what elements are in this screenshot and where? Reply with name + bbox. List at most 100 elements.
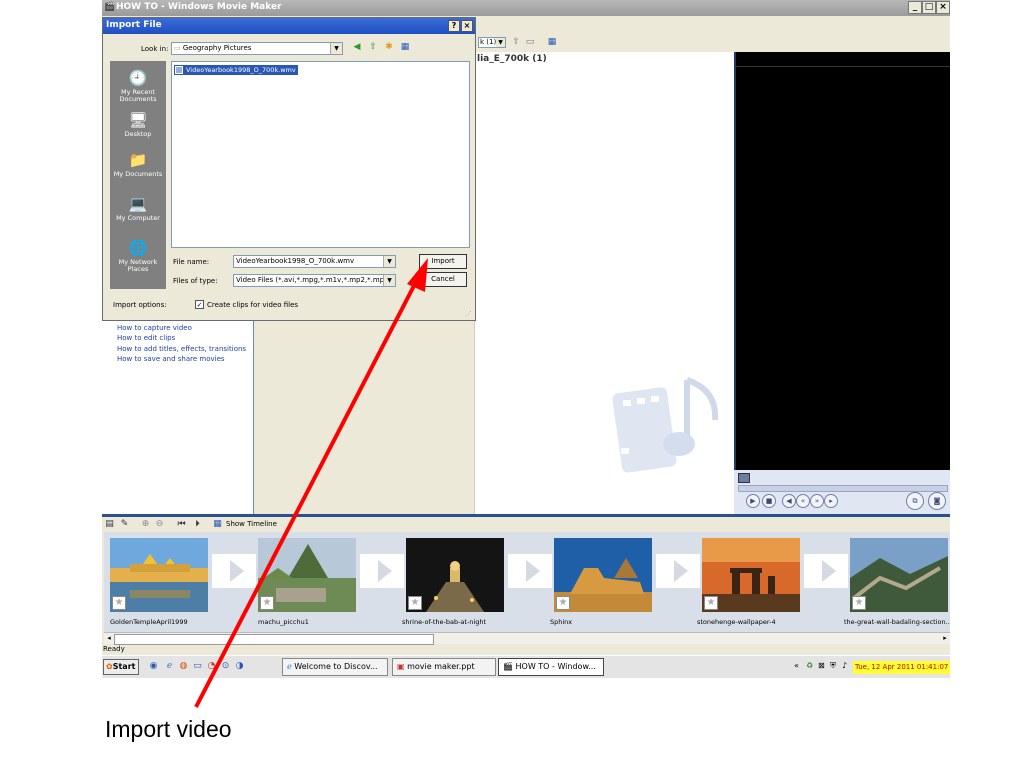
dialog-title: Import File [106,20,162,30]
close-button[interactable]: × [936,1,950,14]
transition-slot[interactable] [804,554,848,588]
taskbar-clock[interactable]: Tue, 12 Apr 2011 01:41:07 [853,661,950,674]
my-computer-icon: 💻 [128,195,148,213]
taskbar-button-welcome[interactable]: ℯ Welcome to Discov... [282,658,388,676]
window-icon[interactable]: ▭ [192,661,203,672]
help-button[interactable]: ? [448,20,460,32]
firefox-icon[interactable]: ◍ [178,661,189,672]
forward-icon[interactable]: » [810,494,824,508]
chevron-down-icon: ▼ [330,43,342,54]
stop-icon[interactable]: ■ [762,494,776,508]
media-player-icon[interactable]: ⊙ [220,661,231,672]
status-bar: Ready [103,645,125,653]
zoom-in-icon[interactable]: ⊕ [140,519,151,530]
import-file-dialog: Import File ? × Look in: ▭ Geography Pic… [102,17,476,321]
tray-network-icon[interactable]: ⊠ [818,661,825,670]
internet-explorer-icon[interactable]: ℯ [164,661,175,672]
minimize-button[interactable]: _ [908,1,922,14]
show-desktop-icon[interactable]: ◉ [148,661,159,672]
storyboard-icon[interactable]: ▤ [104,519,115,530]
scroll-left-icon[interactable]: ◂ [104,633,114,644]
system-tray: « ♻ ⊠ ⛨ ♪ Tue, 12 Apr 2011 01:41:07 [790,660,950,675]
look-in-dropdown[interactable]: ▭ Geography Pictures ▼ [171,42,343,55]
network-places-icon: 🌐 [128,239,148,257]
file-list-item[interactable]: VideoYearbook1998_O_700k.wmv [174,65,298,75]
next-frame-icon[interactable]: ▸ [824,494,838,508]
storyboard-clip-machu-picchu[interactable]: ★ [258,538,356,612]
taskbar-button-movie-maker[interactable]: 🎬 HOW TO - Window... [498,658,604,676]
seek-bar[interactable] [738,485,948,492]
dialog-close-button[interactable]: × [461,20,473,32]
show-timeline-button[interactable]: Show Timeline [226,520,277,528]
up-one-level-icon[interactable]: ⇧ [367,41,379,53]
arrow-right-icon [822,560,836,582]
place-my-documents[interactable]: 📁 My Documents [110,151,166,178]
play-storyboard-icon[interactable]: ⏵ [192,519,203,530]
storyboard-clip-shrine[interactable]: ★ [406,538,504,612]
view-menu-icon[interactable]: ▦ [399,41,411,53]
storyboard-clip-golden-temple[interactable]: ★ [110,538,208,612]
rewind-storyboard-icon[interactable]: ⏮ [176,519,187,530]
storyboard-clip-great-wall[interactable]: ★ [850,538,948,612]
start-button[interactable]: ✿Start [103,659,139,675]
chevron-down-icon: ▼ [383,275,395,286]
transition-slot[interactable] [508,554,552,588]
star-icon: ★ [260,596,274,610]
transition-slot[interactable] [212,554,256,588]
annotation-caption: Import video [105,716,232,742]
import-button[interactable]: Import [419,254,467,269]
place-my-network-places[interactable]: 🌐 My Network Places [110,239,166,273]
files-of-type-dropdown[interactable]: Video Files (*.avi,*.mpg,*.m1v,*.mp2,*.m… [233,274,396,287]
tray-expand-icon[interactable]: « [794,661,799,670]
snapshot-icon[interactable]: ◙ [928,492,946,510]
create-clips-checkbox[interactable]: ✓ [195,300,204,309]
scrollbar-thumb[interactable] [114,634,434,645]
timeline-icon[interactable]: ▦ [212,519,223,530]
transition-slot[interactable] [360,554,404,588]
task-link-capture[interactable]: How to capture video [117,324,192,332]
collection-combo[interactable]: k (1) ▼ [478,37,506,48]
new-folder-icon[interactable]: ▭ [524,37,536,48]
rewind-icon[interactable]: « [796,494,810,508]
storyboard-scrollbar[interactable]: ◂ ▸ [104,632,950,645]
split-clip-icon[interactable]: ⧉ [906,492,924,510]
play-icon[interactable]: ▶ [746,494,760,508]
desktop-icon: 🖥 [128,111,148,129]
back-icon[interactable]: ◀ [351,41,363,53]
tray-app-icon[interactable]: ♻ [806,661,813,670]
previous-frame-icon[interactable]: ◀ [782,494,796,508]
star-icon: ★ [112,596,126,610]
media-icon[interactable]: ◔ [206,661,217,672]
file-name-field[interactable]: VideoYearbook1998_O_700k.wmv ▼ [233,255,396,268]
maximize-button[interactable]: □ [922,1,936,14]
taskbar-button-ppt[interactable]: ▣ movie maker.ppt [392,658,496,676]
movie-tasks-pane: How to capture video How to edit clips H… [102,318,254,514]
scroll-right-icon[interactable]: ▸ [940,633,950,644]
video-file-icon [175,66,183,74]
task-link-titles[interactable]: How to add titles, effects, transitions [117,345,246,353]
views-icon[interactable]: ▦ [546,37,558,48]
place-my-computer[interactable]: 💻 My Computer [110,195,166,222]
tray-volume-icon[interactable]: ♪ [842,661,847,670]
clip-label: machu_picchu1 [258,618,309,626]
messenger-icon[interactable]: ◑ [234,661,245,672]
resize-grip-icon[interactable]: ⋰ [465,310,473,318]
transition-slot[interactable] [656,554,700,588]
zoom-out-icon[interactable]: ⊖ [154,519,165,530]
task-link-edit[interactable]: How to edit clips [117,334,175,342]
cancel-button[interactable]: Cancel [419,272,467,287]
monitor-mini-icon [738,473,750,483]
tray-shield-icon[interactable]: ⛨ [830,661,836,671]
clip-label: Sphinx [550,618,573,626]
task-link-save[interactable]: How to save and share movies [117,355,225,363]
new-folder-icon[interactable]: ✱ [383,41,395,53]
place-my-recent-documents[interactable]: 🕘 My Recent Documents [110,69,166,103]
storyboard-clip-stonehenge[interactable]: ★ [702,538,800,612]
app-title-bar: 🎬 HOW TO - Windows Movie Maker _ □ × [102,0,950,16]
up-folder-icon[interactable]: ⇧ [510,37,522,48]
storyboard-clip-sphinx[interactable]: ★ [554,538,652,612]
arrow-right-icon [526,560,540,582]
monitor-controls: ▶ ■ ◀ « » ▸ ⧉ ◙ [734,470,950,514]
place-desktop[interactable]: 🖥 Desktop [110,111,166,138]
audio-levels-icon[interactable]: ✎ [119,519,130,530]
